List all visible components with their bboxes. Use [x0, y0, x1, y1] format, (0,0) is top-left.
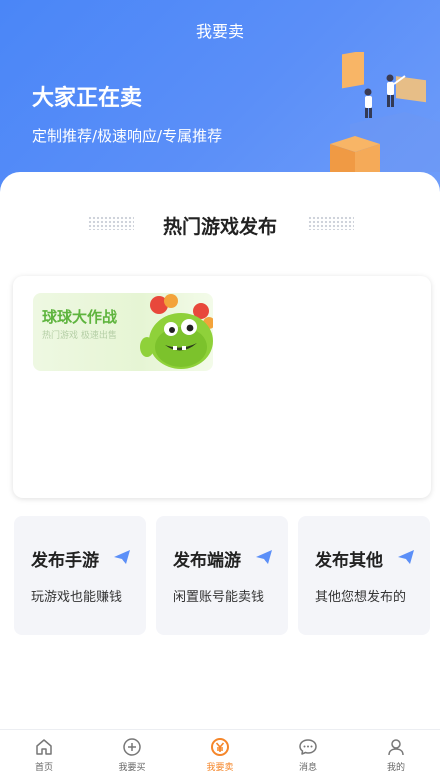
home-icon — [36, 739, 52, 755]
bottom-tab-bar: 首页 我要买 我要卖 消息 我的 — [0, 729, 440, 775]
publish-card-subtitle: 玩游戏也能赚钱 — [31, 590, 123, 605]
publish-card-title: 发布手游 — [31, 551, 99, 571]
paper-plane-icon — [114, 550, 130, 564]
publish-card-title: 发布端游 — [173, 551, 241, 571]
tab-home[interactable]: 首页 — [0, 730, 88, 775]
tab-label: 我要卖 — [206, 763, 234, 773]
chat-bubble-icon — [299, 739, 317, 755]
paper-plane-icon — [256, 550, 272, 564]
tab-sell[interactable]: 我要卖 — [176, 730, 264, 775]
tab-label: 消息 — [298, 763, 317, 773]
game-banner[interactable]: 球球大作战 热门游戏 极速出售 — [33, 293, 213, 371]
decorative-dots-right — [308, 216, 354, 230]
plus-circle-icon — [123, 738, 141, 756]
section-title: 热门游戏发布 — [162, 216, 277, 238]
tab-buy[interactable]: 我要买 — [88, 730, 176, 775]
tab-label: 我的 — [386, 763, 405, 773]
hero-title: 大家正在卖 — [32, 86, 143, 111]
tab-messages[interactable]: 消息 — [264, 730, 352, 775]
hot-games-card: 球球大作战 热门游戏 极速出售 — [13, 276, 431, 498]
user-icon — [388, 739, 404, 756]
hero-banner: 我要卖 大家正在卖 定制推荐/极速响应/专属推荐 — [0, 0, 440, 200]
yen-circle-icon — [211, 738, 229, 756]
publish-card-title: 发布其他 — [315, 551, 383, 571]
green-monster-icon — [140, 294, 213, 369]
paper-plane-icon — [398, 550, 414, 564]
publish-pc-game-card[interactable]: 发布端游 闲置账号能卖钱 — [156, 516, 288, 635]
publish-other-card[interactable]: 发布其他 其他您想发布的 — [298, 516, 430, 635]
tab-label: 我要买 — [118, 763, 146, 773]
nav-title: 我要卖 — [195, 22, 244, 41]
publish-mobile-game-card[interactable]: 发布手游 玩游戏也能赚钱 — [14, 516, 146, 635]
publish-card-subtitle: 其他您想发布的 — [315, 590, 407, 605]
hero-illustration — [330, 52, 440, 172]
publish-card-subtitle: 闲置账号能卖钱 — [173, 590, 265, 605]
tab-mine[interactable]: 我的 — [352, 730, 440, 775]
game-tagline: 热门游戏 极速出售 — [42, 331, 117, 341]
game-name: 球球大作战 — [42, 308, 118, 326]
hero-subtitle: 定制推荐/极速响应/专属推荐 — [32, 127, 223, 145]
tab-label: 首页 — [34, 763, 53, 773]
